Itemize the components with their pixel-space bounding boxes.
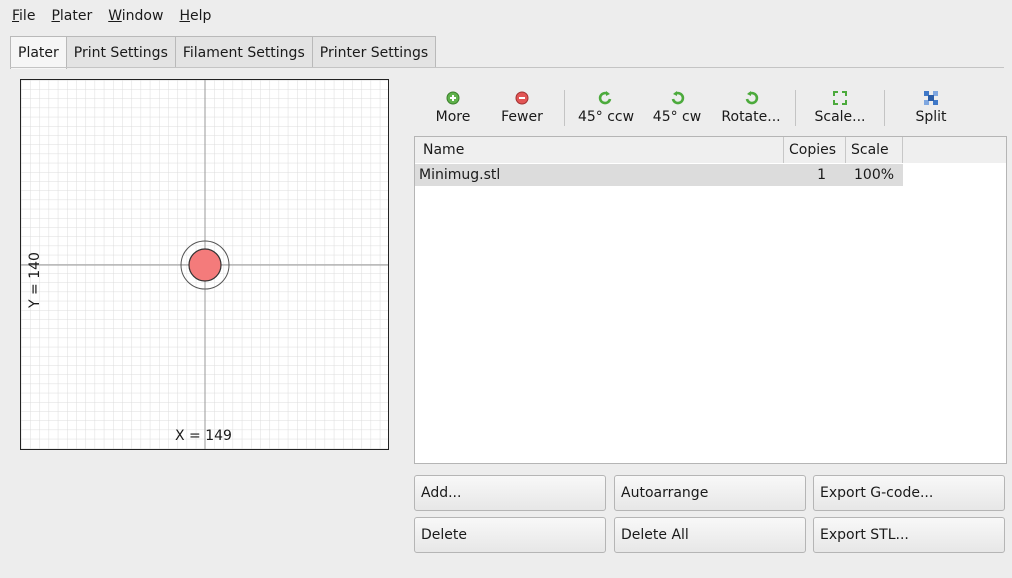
object-list-header: Name Copies Scale	[415, 137, 1006, 163]
tab-divider	[10, 67, 1004, 68]
rotate-cw-button[interactable]: 45° cw	[641, 84, 713, 132]
remove-icon	[515, 88, 529, 108]
toolbar-separator	[795, 90, 796, 126]
rotate-ccw-icon	[598, 88, 614, 108]
tab-printer-settings[interactable]: Printer Settings	[311, 36, 437, 68]
export-gcode-button[interactable]: Export G-code...	[813, 475, 1005, 511]
more-button[interactable]: More	[420, 84, 486, 132]
object-minimug[interactable]	[188, 248, 222, 282]
scale-button[interactable]: Scale...	[802, 84, 878, 132]
tab-bar: Plater Print Settings Filament Settings …	[10, 36, 437, 69]
object-copies: 1	[817, 167, 826, 183]
rotate-icon	[743, 88, 759, 108]
x-coordinate-label: X = 149	[175, 428, 232, 444]
split-icon	[922, 88, 940, 108]
plate-canvas[interactable]: X = 149 Y = 140	[20, 79, 389, 450]
tab-plater[interactable]: Plater	[10, 36, 67, 69]
toolbar-separator	[564, 90, 565, 126]
column-header-scale[interactable]: Scale	[846, 137, 903, 163]
tab-filament-settings[interactable]: Filament Settings	[174, 36, 313, 68]
object-name: Minimug.stl	[419, 167, 501, 183]
autoarrange-button[interactable]: Autoarrange	[614, 475, 806, 511]
menu-window[interactable]: Window	[106, 8, 165, 24]
menu-bar: File Plater Window Help	[0, 0, 1012, 32]
menu-plater[interactable]: Plater	[49, 8, 94, 24]
menu-file[interactable]: File	[10, 8, 37, 24]
rotate-cw-icon	[669, 88, 685, 108]
export-stl-button[interactable]: Export STL...	[813, 517, 1005, 553]
plate-grid	[21, 80, 388, 449]
y-coordinate-label: Y = 140	[27, 252, 43, 308]
rotate-ccw-button[interactable]: 45° ccw	[571, 84, 641, 132]
list-item[interactable]: Minimug.stl 1 100%	[415, 164, 903, 186]
add-icon	[446, 88, 460, 108]
column-header-copies[interactable]: Copies	[784, 137, 846, 163]
object-scale: 100%	[854, 167, 895, 183]
object-list[interactable]: Name Copies Scale Minimug.stl 1 100%	[414, 136, 1007, 464]
plater-toolbar: More Fewer 45° ccw 45° cw Rotate... Scal…	[420, 84, 1004, 132]
fewer-button[interactable]: Fewer	[486, 84, 558, 132]
delete-all-button[interactable]: Delete All	[614, 517, 806, 553]
column-header-empty	[903, 137, 1006, 163]
delete-button[interactable]: Delete	[414, 517, 606, 553]
scale-icon	[832, 88, 848, 108]
split-button[interactable]: Split	[891, 84, 971, 132]
toolbar-separator	[884, 90, 885, 126]
rotate-button[interactable]: Rotate...	[713, 84, 789, 132]
column-header-name[interactable]: Name	[415, 137, 784, 163]
menu-help[interactable]: Help	[177, 8, 213, 24]
add-button[interactable]: Add...	[414, 475, 606, 511]
tab-print-settings[interactable]: Print Settings	[65, 36, 176, 68]
